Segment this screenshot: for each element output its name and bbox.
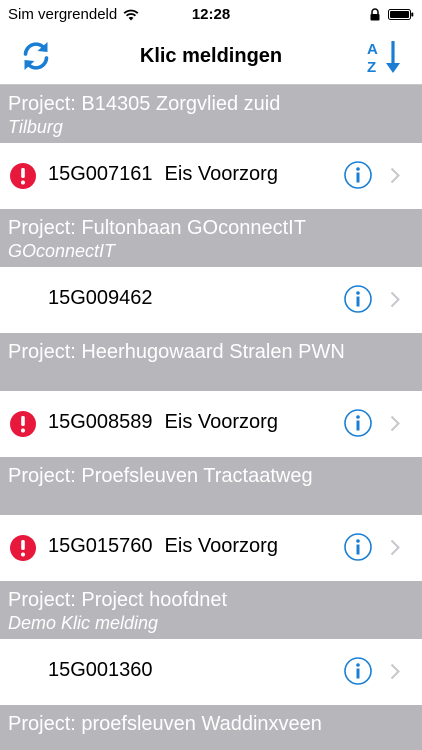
section-subtitle: GOconnectIT	[8, 241, 116, 261]
section-header: Project: proefsleuven Waddinxveen	[0, 705, 422, 750]
screen: Sim vergrendeld 12:28 Klic meldingen A Z…	[0, 0, 422, 750]
rotation-lock-icon	[370, 8, 380, 21]
section-title: Project: B14305 Zorgvlied zuid	[8, 93, 281, 115]
svg-text:A: A	[367, 41, 378, 58]
section-subtitle: Demo Klic melding	[8, 613, 159, 633]
section-title: Project: Fultonbaan GOconnectIT	[8, 217, 306, 239]
list-item-text: 15G015760 Eis Voorzorg	[48, 535, 278, 558]
klic-code: 15G015760	[48, 535, 153, 557]
section-subtitle: Tilburg	[8, 117, 63, 137]
info-button[interactable]	[344, 161, 372, 189]
section-header: Project: Fultonbaan GOconnectIT GOconnec…	[0, 209, 422, 267]
section-header: Project: Project hoofdnet Demo Klic meld…	[0, 581, 422, 639]
section-title: Project: Proefsleuven Tractaatweg	[8, 465, 313, 487]
battery-icon	[388, 9, 414, 20]
section-title: Project: proefsleuven Waddinxveen	[8, 713, 322, 735]
chevron-right-icon	[390, 415, 400, 432]
list-item[interactable]: 15G007161 Eis Voorzorg	[0, 143, 422, 209]
status-bar: Sim vergrendeld 12:28	[0, 0, 422, 30]
list-item-text: 15G007161 Eis Voorzorg	[48, 163, 278, 186]
sort-az-button[interactable]: A Z	[364, 36, 404, 76]
status-time: 12:28	[191, 6, 231, 23]
klic-code: 15G007161	[48, 163, 153, 185]
list-item[interactable]: 15G001360	[0, 639, 422, 705]
list-item[interactable]: 15G008589 Eis Voorzorg	[0, 391, 422, 457]
section-title: Project: Heerhugowaard Stralen PWN	[8, 341, 345, 363]
klic-code: 15G001360	[48, 659, 153, 681]
alert-icon	[10, 411, 36, 437]
chevron-right-icon	[390, 663, 400, 680]
klic-list: Project: B14305 Zorgvlied zuid Tilburg 1…	[0, 85, 422, 750]
list-item[interactable]: 15G009462	[0, 267, 422, 333]
section-header: Project: Heerhugowaard Stralen PWN	[0, 333, 422, 391]
page-title: Klic meldingen	[139, 45, 283, 67]
alert-icon	[10, 535, 36, 561]
info-button[interactable]	[344, 285, 372, 313]
klic-code: 15G008589	[48, 411, 153, 433]
chevron-right-icon	[390, 539, 400, 556]
list-item[interactable]: 15G015760 Eis Voorzorg	[0, 515, 422, 581]
info-button[interactable]	[344, 657, 372, 685]
list-item-text: 15G001360	[48, 659, 153, 682]
section-title: Project: Project hoofdnet	[8, 589, 228, 611]
list-item-text: 15G008589 Eis Voorzorg	[48, 411, 278, 434]
chevron-right-icon	[390, 167, 400, 184]
klic-tag: Eis Voorzorg	[164, 535, 278, 557]
klic-tag: Eis Voorzorg	[164, 163, 278, 185]
info-button[interactable]	[344, 409, 372, 437]
info-button[interactable]	[344, 533, 372, 561]
klic-tag: Eis Voorzorg	[164, 411, 278, 433]
section-header: Project: Proefsleuven Tractaatweg	[0, 457, 422, 515]
svg-text:Z: Z	[367, 59, 376, 76]
alert-icon	[10, 163, 36, 189]
chevron-right-icon	[390, 291, 400, 308]
section-header: Project: B14305 Zorgvlied zuid Tilburg	[0, 85, 422, 143]
klic-code: 15G009462	[48, 287, 153, 309]
navigation-bar: Klic meldingen A Z	[0, 30, 422, 85]
list-item-text: 15G009462	[48, 287, 153, 310]
